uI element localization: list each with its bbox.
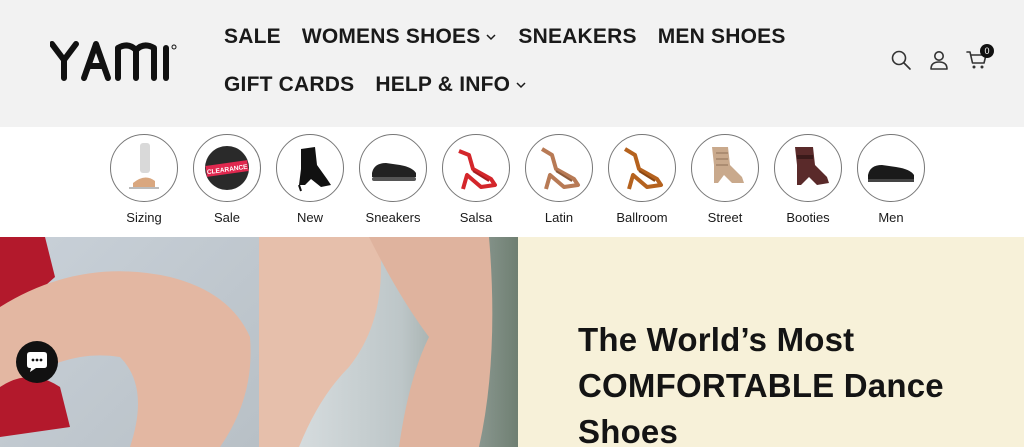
nav-womens-shoes[interactable]: WOMENS SHOES — [302, 22, 498, 52]
chevron-down-icon — [485, 31, 497, 43]
burgundy-bootie-image — [774, 134, 842, 202]
category-label: Latin — [544, 210, 574, 225]
nav-sneakers[interactable]: SNEAKERS — [518, 22, 636, 52]
logo-mark — [49, 41, 177, 81]
hero-banner: The World’s Most COMFORTABLE Dance Shoes — [0, 237, 1024, 447]
tan-heel-image — [525, 134, 593, 202]
main-nav-row-1: SALE WOMENS SHOES SNEAKERS MEN SHOES — [224, 22, 807, 52]
category-men[interactable]: Men — [856, 134, 926, 234]
category-label: Street — [707, 210, 743, 225]
hero-title: The World’s Most COMFORTABLE Dance Shoes — [578, 321, 944, 447]
category-new[interactable]: New — [275, 134, 345, 234]
hero-dancer-image-2 — [259, 237, 518, 447]
category-latin[interactable]: Latin — [524, 134, 594, 234]
nav-gift-cards[interactable]: GIFT CARDS — [224, 70, 354, 100]
nav-sneakers-label: SNEAKERS — [518, 25, 637, 48]
cart-count-badge: 0 — [980, 44, 994, 58]
category-street[interactable]: Street — [690, 134, 760, 234]
brown-heel-image — [608, 134, 676, 202]
nav-sale-label: SALE — [224, 25, 281, 48]
category-ballroom[interactable]: Ballroom — [607, 134, 677, 234]
black-boot-image — [276, 134, 344, 202]
hero-text-panel: The World’s Most COMFORTABLE Dance Shoes — [518, 237, 1024, 447]
category-strip: Sizing CLEARANCE Sale New Sneakers Salsa… — [0, 127, 1024, 237]
category-label: Men — [878, 210, 904, 225]
category-sale[interactable]: CLEARANCE Sale — [192, 134, 262, 234]
user-icon[interactable] — [928, 49, 950, 71]
nav-men-shoes-label: MEN SHOES — [657, 25, 786, 48]
nav-help-info-label: HELP & INFO — [375, 73, 511, 96]
nav-gift-cards-label: GIFT CARDS — [224, 73, 355, 96]
nav-help-info[interactable]: HELP & INFO — [375, 70, 527, 100]
category-label: Sneakers — [365, 210, 421, 225]
category-label: New — [296, 210, 323, 225]
chevron-down-icon — [515, 79, 527, 91]
category-label: Salsa — [459, 210, 493, 225]
category-label: Ballroom — [616, 210, 668, 225]
beige-bootie-image — [691, 134, 759, 202]
black-sneaker-image — [359, 134, 427, 202]
clearance-badge-image: CLEARANCE — [193, 134, 261, 202]
category-sneakers[interactable]: Sneakers — [358, 134, 428, 234]
nav-sale[interactable]: SALE — [224, 22, 281, 52]
category-label: Sizing — [126, 210, 162, 225]
search-icon[interactable] — [890, 49, 912, 71]
category-salsa[interactable]: Salsa — [441, 134, 511, 234]
mens-oxford-image — [857, 134, 925, 202]
chat-button[interactable] — [16, 341, 58, 383]
nav-men-shoes[interactable]: MEN SHOES — [658, 22, 786, 52]
category-booties[interactable]: Booties — [773, 134, 843, 234]
site-header: SALE WOMENS SHOES SNEAKERS MEN SHOES GIF… — [0, 0, 1024, 127]
category-sizing[interactable]: Sizing — [109, 134, 179, 234]
category-label: Booties — [786, 210, 830, 225]
main-nav-row-2: GIFT CARDS HELP & INFO — [224, 70, 548, 100]
yami-logo[interactable] — [49, 40, 190, 82]
red-heel-image — [442, 134, 510, 202]
nav-womens-shoes-label: WOMENS SHOES — [301, 25, 481, 48]
sizing-image — [110, 134, 178, 202]
category-label: Sale — [213, 210, 241, 225]
chat-icon — [27, 352, 47, 372]
